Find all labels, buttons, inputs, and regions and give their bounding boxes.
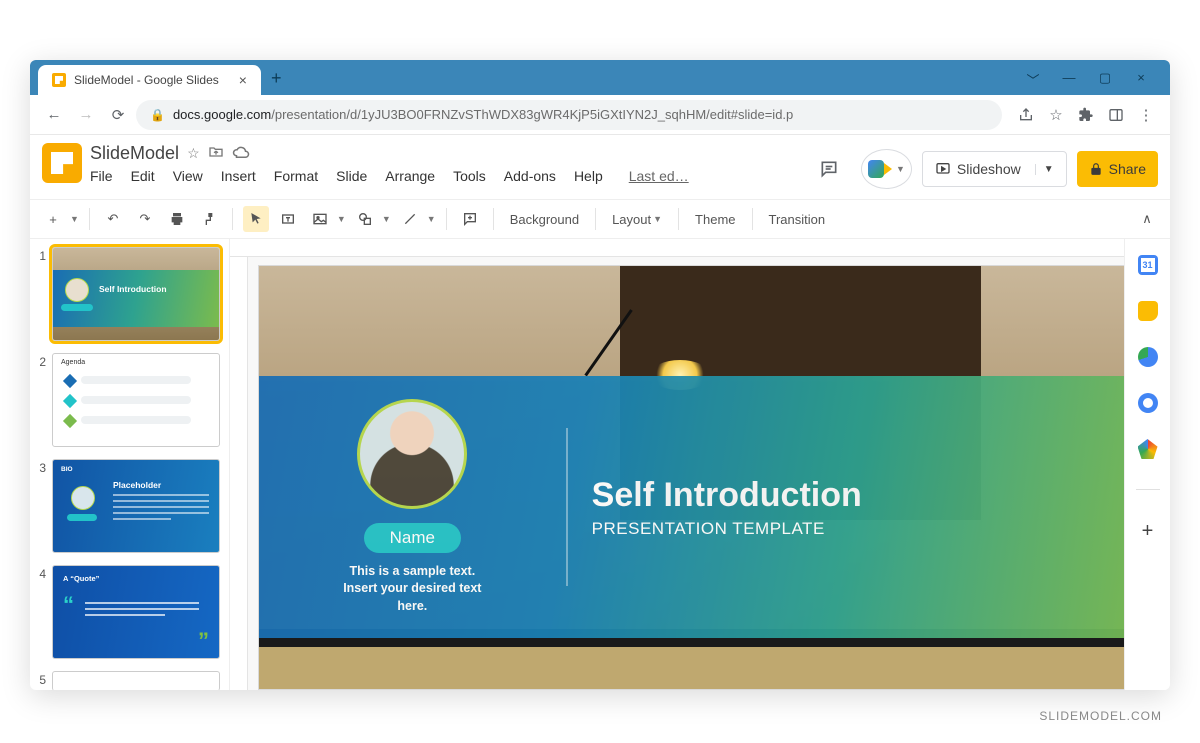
paint-format-button[interactable] bbox=[196, 206, 222, 232]
slides-brand-icon[interactable] bbox=[42, 143, 82, 183]
calendar-icon[interactable]: 31 bbox=[1138, 255, 1158, 275]
window-minimize-icon[interactable]: ﹀ bbox=[1026, 70, 1040, 89]
background-button[interactable]: Background bbox=[504, 212, 585, 227]
tab-title: SlideModel - Google Slides bbox=[74, 73, 219, 87]
slide-thumb-2[interactable]: Agenda bbox=[52, 353, 220, 447]
move-icon[interactable] bbox=[208, 144, 224, 163]
slide-thumb-1[interactable]: Self Introduction bbox=[52, 247, 220, 341]
keep-icon[interactable] bbox=[1138, 301, 1158, 321]
image-tool[interactable] bbox=[307, 206, 333, 232]
comment-tool[interactable] bbox=[457, 206, 483, 232]
google-side-panel: 31 + bbox=[1124, 239, 1170, 690]
canvas-area: Name This is a sample text. Insert your … bbox=[230, 239, 1170, 690]
sample-text: This is a sample text. Insert your desir… bbox=[277, 563, 548, 616]
browser-menu-icon[interactable]: ⋮ bbox=[1132, 101, 1160, 129]
nav-reload-button[interactable]: ⟳ bbox=[104, 101, 132, 129]
new-slide-button[interactable]: + bbox=[40, 206, 66, 232]
meet-icon bbox=[868, 160, 892, 178]
last-edit-link[interactable]: Last ed… bbox=[629, 168, 689, 184]
menu-insert[interactable]: Insert bbox=[221, 168, 256, 184]
menu-addons[interactable]: Add-ons bbox=[504, 168, 556, 184]
share-url-icon[interactable] bbox=[1012, 101, 1040, 129]
textbox-tool[interactable] bbox=[275, 206, 301, 232]
print-button[interactable] bbox=[164, 206, 190, 232]
address-bar[interactable]: 🔒 docs.google.com/presentation/d/1yJU3BO… bbox=[136, 100, 1002, 130]
menu-help[interactable]: Help bbox=[574, 168, 603, 184]
workspace: 1 Self Introduction 2 Agenda 3 BIO bbox=[30, 239, 1170, 690]
redo-button[interactable]: ↷ bbox=[132, 206, 158, 232]
browser-window: SlideModel - Google Slides × + ﹀ — ▢ × ←… bbox=[30, 60, 1170, 690]
doc-title[interactable]: SlideModel bbox=[90, 143, 179, 164]
menu-file[interactable]: File bbox=[90, 168, 113, 184]
window-minimize2-icon[interactable]: — bbox=[1062, 70, 1076, 89]
extensions-icon[interactable] bbox=[1072, 101, 1100, 129]
slide-canvas[interactable]: Name This is a sample text. Insert your … bbox=[258, 265, 1162, 690]
nav-back-button[interactable]: ← bbox=[40, 101, 68, 129]
name-pill: Name bbox=[364, 523, 461, 553]
cloud-status-icon[interactable] bbox=[232, 145, 250, 162]
add-panel-button[interactable]: + bbox=[1142, 520, 1154, 543]
layout-button[interactable]: Layout▼ bbox=[606, 212, 668, 227]
line-tool[interactable] bbox=[397, 206, 423, 232]
slide-thumb-3[interactable]: BIO Placeholder bbox=[52, 459, 220, 553]
toolbar: +▼ ↶ ↷ ▼ ▼ ▼ Background Layout▼ Theme Tr… bbox=[30, 199, 1170, 239]
theme-button[interactable]: Theme bbox=[689, 212, 741, 227]
maps-icon[interactable] bbox=[1138, 439, 1158, 459]
shape-tool[interactable] bbox=[352, 206, 378, 232]
share-button[interactable]: Share bbox=[1077, 151, 1158, 187]
thumbnail-panel: 1 Self Introduction 2 Agenda 3 BIO bbox=[30, 239, 230, 690]
menu-format[interactable]: Format bbox=[274, 168, 318, 184]
titlebar: SlideModel - Google Slides × + ﹀ — ▢ × bbox=[30, 60, 1170, 95]
tab-close-icon[interactable]: × bbox=[239, 72, 247, 88]
sidepanel-toggle-icon[interactable] bbox=[1102, 101, 1130, 129]
url-bar: ← → ⟳ 🔒 docs.google.com/presentation/d/1… bbox=[30, 95, 1170, 135]
docs-header: SlideModel ☆ File Edit View Insert Forma… bbox=[30, 135, 1170, 199]
menu-bar: File Edit View Insert Format Slide Arran… bbox=[90, 168, 807, 184]
slides-favicon-icon bbox=[52, 73, 66, 87]
presenter-avatar bbox=[357, 399, 467, 509]
menu-view[interactable]: View bbox=[173, 168, 203, 184]
comments-button[interactable] bbox=[807, 151, 851, 187]
menu-edit[interactable]: Edit bbox=[131, 168, 155, 184]
menu-arrange[interactable]: Arrange bbox=[385, 168, 435, 184]
window-close-icon[interactable]: × bbox=[1134, 70, 1148, 89]
tasks-icon[interactable] bbox=[1138, 347, 1158, 367]
ruler-horizontal bbox=[230, 239, 1170, 257]
meet-button[interactable]: ▼ bbox=[861, 149, 912, 189]
contacts-icon[interactable] bbox=[1138, 393, 1158, 413]
slideshow-caret-icon[interactable]: ▼ bbox=[1035, 164, 1054, 175]
ruler-vertical bbox=[230, 257, 248, 690]
menu-tools[interactable]: Tools bbox=[453, 168, 486, 184]
new-tab-button[interactable]: + bbox=[261, 62, 292, 95]
window-controls: ﹀ — ▢ × bbox=[1012, 70, 1162, 95]
slideshow-button[interactable]: Slideshow▼ bbox=[922, 151, 1067, 187]
bookmark-icon[interactable]: ☆ bbox=[1042, 101, 1070, 129]
star-icon[interactable]: ☆ bbox=[187, 145, 200, 162]
browser-tab[interactable]: SlideModel - Google Slides × bbox=[38, 65, 261, 95]
select-tool[interactable] bbox=[243, 206, 269, 232]
undo-button[interactable]: ↶ bbox=[100, 206, 126, 232]
window-maximize-icon[interactable]: ▢ bbox=[1098, 70, 1112, 89]
lock-icon: 🔒 bbox=[150, 108, 165, 122]
slide-thumb-4[interactable]: A “Quote” “” bbox=[52, 565, 220, 659]
menu-slide[interactable]: Slide bbox=[336, 168, 367, 184]
nav-forward-button[interactable]: → bbox=[72, 101, 100, 129]
toolbar-overflow-icon[interactable]: ∧ bbox=[1134, 206, 1160, 232]
slide-thumb-5[interactable] bbox=[52, 671, 220, 690]
slide-subtitle: PRESENTATION TEMPLATE bbox=[592, 519, 1161, 539]
slide-color-overlay: Name This is a sample text. Insert your … bbox=[259, 376, 1161, 638]
slide-title: Self Introduction bbox=[592, 476, 1161, 515]
transition-button[interactable]: Transition bbox=[763, 212, 832, 227]
watermark: SLIDEMODEL.COM bbox=[1039, 709, 1162, 723]
